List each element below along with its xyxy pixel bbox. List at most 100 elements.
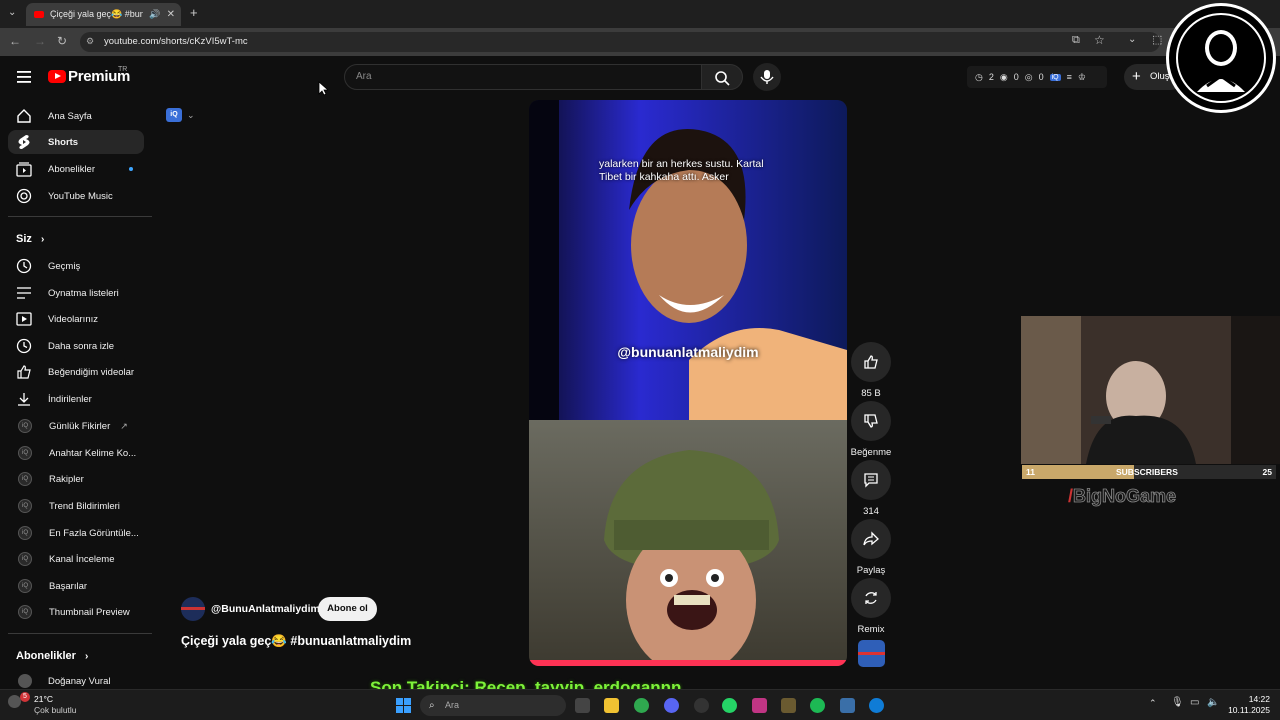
chevron-right-icon: › <box>84 651 89 662</box>
discord-icon[interactable] <box>664 698 679 713</box>
vidiq-icon: iQ <box>18 552 32 566</box>
stat-b: 0 <box>1013 72 1019 82</box>
channel-name[interactable]: @BunuAnlatmaliydim <box>211 603 320 615</box>
search-button[interactable] <box>701 64 743 90</box>
subscribe-button[interactable]: Abone ol <box>318 597 377 621</box>
sidebar-item-downloads[interactable]: İndirilenler <box>8 387 144 411</box>
edge-icon[interactable] <box>869 698 884 713</box>
app-icon[interactable] <box>752 698 767 713</box>
obs-icon[interactable] <box>694 698 709 713</box>
file-explorer-icon[interactable] <box>604 698 619 713</box>
sidebar-item-music[interactable]: YouTube Music <box>8 184 144 208</box>
vidiq-icon: iQ <box>18 419 32 433</box>
browser-tab-bar: ⌄ Çiçeği yala geç😂 #bunuan 🔊 ✕ + <box>0 0 1280 28</box>
youtube-logo-icon[interactable] <box>48 70 66 83</box>
tab-title: Çiçeği yala geç😂 #bunuan <box>50 9 144 19</box>
audio-thumbnail[interactable] <box>858 640 885 667</box>
sidebar-item-achievements[interactable]: iQ Başarılar <box>8 574 144 598</box>
settings-icon[interactable] <box>840 698 855 713</box>
sidebar-item-label: YouTube Music <box>48 190 113 202</box>
back-icon[interactable]: ← <box>9 34 21 48</box>
forward-icon[interactable]: → <box>34 34 46 48</box>
webcam-frame <box>1021 316 1280 464</box>
sidebar-item-channel-review[interactable]: iQ Kanal İnceleme <box>8 547 144 571</box>
clock-time[interactable]: 14:22 <box>1230 694 1270 704</box>
dislike-button[interactable]: Beğenme <box>846 401 896 458</box>
whatsapp-icon[interactable] <box>722 698 737 713</box>
tab-search-icon[interactable]: ⌄ <box>1128 34 1136 45</box>
sidebar-you-heading[interactable]: Siz › <box>16 233 44 245</box>
vidiq-dropdown[interactable]: iQ ⌄ <box>166 106 202 124</box>
extensions-icon[interactable]: ⬚ <box>1152 33 1162 46</box>
new-tab-icon[interactable]: + <box>190 5 198 20</box>
bookmark-star-icon[interactable]: ☆ <box>1094 33 1105 47</box>
clock-date[interactable]: 10.11.2025 <box>1222 705 1270 715</box>
extension-stats-bar[interactable]: ◷ 2 ◉ 0 ◎ 0 iQ ≡ ♔ <box>967 66 1107 88</box>
remix-button[interactable]: Remix <box>850 578 892 635</box>
sidebar-item-your-videos[interactable]: Videolarınız <box>8 307 144 331</box>
menu-icon[interactable] <box>17 70 31 88</box>
sidebar-item-thumbnail-preview[interactable]: iQ Thumbnail Preview <box>8 600 144 624</box>
sidebar-item-shorts[interactable]: Shorts <box>8 130 144 154</box>
chrome-icon[interactable] <box>634 698 649 713</box>
site-info-icon[interactable]: ⚙ <box>86 36 94 47</box>
sidebar-item-keywords[interactable]: iQ Anahtar Kelime Ko... <box>8 441 144 465</box>
task-view-icon[interactable] <box>575 698 590 713</box>
chevron-down-icon: ⌄ <box>187 109 195 120</box>
weather-text[interactable]: Çok bulutlu <box>34 705 77 715</box>
weather-temp[interactable]: 21°C <box>34 694 53 704</box>
tab-list-icon[interactable]: ⌄ <box>8 7 16 18</box>
sidebar-item-subscriptions[interactable]: Abonelikler <box>8 157 144 181</box>
sidebar-item-playlists[interactable]: Oynatma listeleri <box>8 281 144 305</box>
short-video-player[interactable]: yalarken bir an herkes sustu. Kartal Tib… <box>529 100 847 666</box>
sidebar-item-channel[interactable]: Doğanay Vural <box>8 671 144 691</box>
windows-start-icon[interactable] <box>396 698 411 718</box>
goal-label: SUBSCRIBERS <box>1116 467 1178 477</box>
speaker-icon[interactable]: 🔊 <box>149 9 160 20</box>
vidiq-icon: iQ <box>1049 73 1061 81</box>
url-field[interactable]: youtube.com/shorts/cKzVI5wT-mc <box>80 32 1160 52</box>
share-button[interactable]: Paylaş <box>850 519 892 576</box>
voice-search-button[interactable] <box>753 63 781 91</box>
sidebar-item-home[interactable]: Ana Sayfa <box>8 104 144 128</box>
home-icon <box>16 108 32 124</box>
channel-avatar[interactable] <box>181 597 205 621</box>
network-icon[interactable]: ▭ <box>1190 697 1199 708</box>
goal-left: 11 <box>1026 467 1035 477</box>
sidebar-item-history[interactable]: Geçmiş <box>8 254 144 278</box>
spotify-icon[interactable] <box>810 698 825 713</box>
taskbar-search[interactable]: ⌕ Ara <box>420 695 566 716</box>
download-icon <box>16 391 32 407</box>
comments-button[interactable]: 314 <box>850 460 892 517</box>
logo-region: TR <box>118 66 128 73</box>
video-watermark: @bunuanlatmaliydim <box>617 344 759 360</box>
cursor-icon <box>318 81 328 96</box>
sidebar-item-liked-videos[interactable]: Beğendiğim videolar <box>8 360 144 384</box>
mic-icon[interactable]: 🎙 <box>1171 697 1184 708</box>
shorts-icon <box>16 134 32 150</box>
sidebar-item-daily-ideas[interactable]: iQ Günlük Fikirler ↗ <box>8 414 144 438</box>
reload-icon[interactable]: ↻ <box>57 34 67 48</box>
install-icon[interactable]: ⧉ <box>1072 34 1080 47</box>
sidebar-item-most-viewed[interactable]: iQ En Fazla Görüntüle... <box>8 521 144 545</box>
browser-tab[interactable]: Çiçeği yala geç😂 #bunuan 🔊 ✕ <box>26 3 181 26</box>
stat-c: 0 <box>1038 72 1044 82</box>
sidebar-subscriptions-heading[interactable]: Abonelikler › <box>16 650 88 662</box>
sidebar-item-label: Thumbnail Preview <box>49 606 130 618</box>
vidiq-icon: iQ <box>166 108 182 122</box>
minecraft-icon[interactable] <box>781 698 796 713</box>
search-input[interactable]: Ara <box>344 64 702 90</box>
you-heading-text: Siz <box>16 233 32 245</box>
sidebar-item-competitors[interactable]: iQ Rakipler <box>8 467 144 491</box>
close-tab-icon[interactable]: ✕ <box>167 9 175 20</box>
like-button[interactable]: 85 B <box>850 342 892 399</box>
chevron-right-icon: › <box>40 234 45 245</box>
history-icon <box>16 258 32 274</box>
avatar-stripe <box>181 607 205 610</box>
chevron-up-icon[interactable]: ⌃ <box>1149 698 1157 709</box>
trophy-icon: ♔ <box>1077 71 1086 82</box>
volume-icon[interactable]: 🔈 <box>1207 697 1219 708</box>
sidebar-item-trend-alerts[interactable]: iQ Trend Bildirimleri <box>8 494 144 518</box>
portrait-icon <box>1176 13 1266 103</box>
sidebar-item-watch-later[interactable]: Daha sonra izle <box>8 334 144 358</box>
